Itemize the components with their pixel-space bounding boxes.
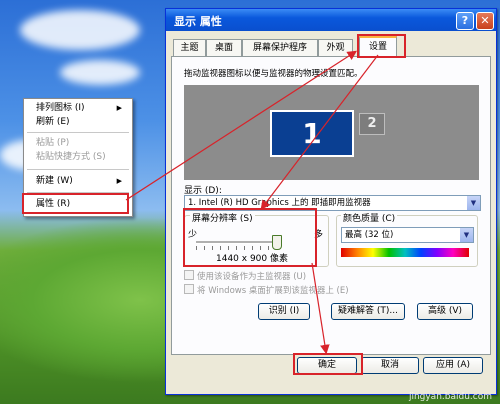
submenu-arrow-icon: ▶ — [116, 104, 122, 112]
help-button[interactable]: ? — [456, 12, 474, 30]
cloud — [60, 60, 140, 85]
checkbox-box — [184, 284, 194, 294]
menu-item-new[interactable]: 新建 (W) ▶ — [36, 175, 128, 188]
menu-separator — [27, 132, 129, 133]
chevron-down-icon[interactable]: ▼ — [460, 228, 473, 242]
menu-separator — [27, 169, 129, 170]
advanced-button[interactable]: 高级 (V) — [417, 303, 473, 320]
color-quality-select[interactable]: 最高 (32 位) ▼ — [341, 227, 474, 243]
checkbox-extend-desktop[interactable]: 将 Windows 桌面扩展到该监视器上 (E) — [184, 284, 349, 296]
highlight-box-ok — [293, 353, 363, 375]
menu-item-paste: 粘贴 (P) — [36, 138, 70, 148]
highlight-box-properties — [22, 193, 129, 214]
chevron-down-icon[interactable]: ▼ — [467, 196, 480, 210]
identify-button[interactable]: 识别 (I) — [258, 303, 310, 320]
menu-item-paste-shortcut: 粘贴快捷方式 (S) — [36, 152, 106, 162]
highlight-box-settings-tab — [357, 34, 406, 58]
monitor-2-icon[interactable]: 2 — [359, 113, 385, 135]
color-quality-label: 颜色质量 (C) — [341, 211, 398, 224]
highlight-box-resolution — [183, 208, 317, 267]
tab-screensaver[interactable]: 屏幕保护程序 — [242, 39, 318, 56]
display-properties-dialog: 显示 属性 ? ✕ 主题 桌面 屏幕保护程序 外观 设置 拖动监视器图标以便与监… — [165, 8, 497, 395]
monitor-arrangement-area: 1 2 — [184, 85, 479, 180]
troubleshoot-button[interactable]: 疑难解答 (T)... — [331, 303, 405, 320]
cloud — [20, 10, 140, 50]
close-button[interactable]: ✕ — [476, 12, 494, 30]
tab-themes[interactable]: 主题 — [173, 39, 206, 56]
dialog-title: 显示 属性 — [174, 15, 222, 28]
color-spectrum-bar — [341, 248, 469, 257]
apply-button[interactable]: 应用 (A) — [423, 357, 483, 374]
checkbox-primary-monitor[interactable]: 使用该设备作为主监视器 (U) — [184, 270, 306, 282]
checkbox-box — [184, 270, 194, 280]
submenu-arrow-icon: ▶ — [116, 177, 122, 185]
dialog-title-bar[interactable]: 显示 属性 ? ✕ — [166, 9, 496, 31]
monitor-1-icon[interactable]: 1 — [270, 110, 354, 157]
menu-item-arrange-icons[interactable]: 排列图标 (I) ▶ — [36, 102, 128, 115]
instruction-text: 拖动监视器图标以便与监视器的物理设置匹配。 — [184, 69, 363, 79]
tab-desktop[interactable]: 桌面 — [206, 39, 242, 56]
tab-appearance[interactable]: 外观 — [318, 39, 353, 56]
cancel-button[interactable]: 取消 — [361, 357, 419, 374]
watermark: jingyan.baidu.com — [408, 392, 492, 402]
menu-item-refresh[interactable]: 刷新 (E) — [36, 116, 70, 129]
